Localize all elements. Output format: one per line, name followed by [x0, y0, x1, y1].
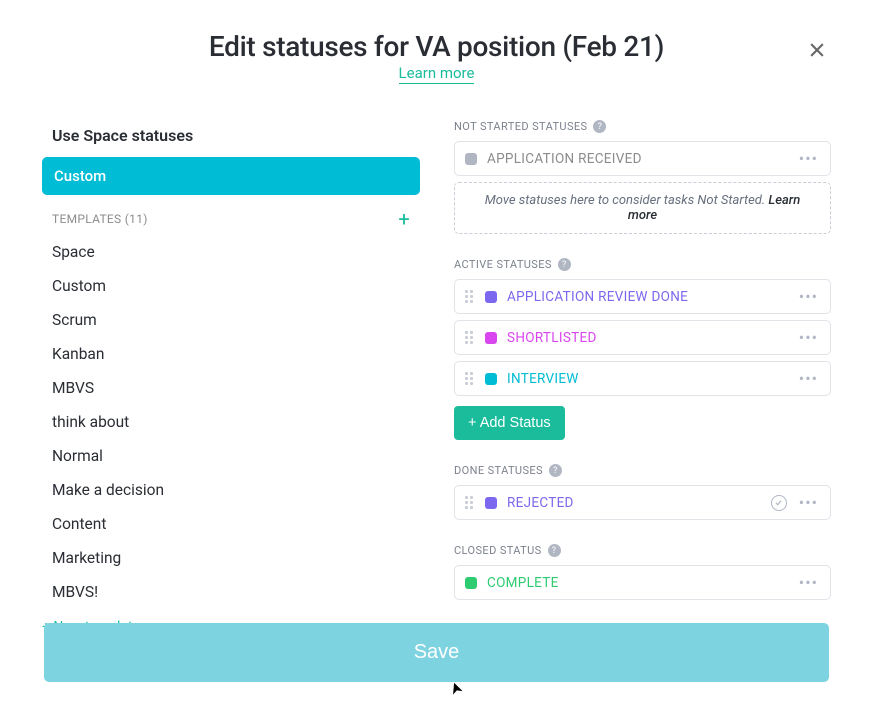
drag-handle-icon[interactable]	[465, 290, 477, 303]
status-name-label: REJECTED	[507, 495, 771, 511]
active-label: ACTIVE STATUSES	[454, 258, 552, 271]
template-item[interactable]: Space	[42, 235, 420, 269]
template-item[interactable]: Make a decision	[42, 473, 420, 507]
status-name-label: COMPLETE	[487, 575, 797, 591]
template-item[interactable]: Content	[42, 507, 420, 541]
done-label: DONE STATUSES	[454, 464, 543, 477]
template-item[interactable]: Scrum	[42, 303, 420, 337]
template-item[interactable]: Normal	[42, 439, 420, 473]
status-row[interactable]: APPLICATION REVIEW DONE•••	[454, 279, 831, 314]
close-icon[interactable]	[803, 36, 831, 64]
drag-handle-icon[interactable]	[465, 496, 477, 509]
templates-sidebar: Use Space statuses Custom TEMPLATES (11)…	[42, 120, 420, 635]
status-row[interactable]: APPLICATION RECEIVED•••	[454, 141, 831, 176]
help-icon[interactable]: ?	[558, 258, 571, 271]
done-section: DONE STATUSES ? REJECTED •••	[454, 464, 831, 520]
status-row[interactable]: SHORTLISTED•••	[454, 320, 831, 355]
modal-header: Edit statuses for VA position (Feb 21) L…	[42, 30, 831, 82]
closed-section: CLOSED STATUS ? COMPLETE•••	[454, 544, 831, 600]
custom-option-selected[interactable]: Custom	[42, 157, 420, 195]
help-icon[interactable]: ?	[549, 464, 562, 477]
template-item[interactable]: Custom	[42, 269, 420, 303]
more-icon[interactable]: •••	[797, 493, 820, 512]
status-color-chip[interactable]	[485, 497, 497, 509]
more-icon[interactable]: •••	[797, 328, 820, 347]
more-icon[interactable]: •••	[797, 369, 820, 388]
learn-more-link[interactable]: Learn more	[399, 64, 475, 84]
check-circle-icon[interactable]	[771, 495, 787, 511]
template-item[interactable]: Kanban	[42, 337, 420, 371]
use-space-statuses-option[interactable]: Use Space statuses	[42, 120, 420, 151]
status-name-label: INTERVIEW	[507, 371, 797, 387]
status-name-label: SHORTLISTED	[507, 330, 797, 346]
template-item[interactable]: think about	[42, 405, 420, 439]
not-started-dropzone[interactable]: Move statuses here to consider tasks Not…	[454, 182, 831, 234]
not-started-label: NOT STARTED STATUSES	[454, 120, 587, 133]
template-item[interactable]: MBVS	[42, 371, 420, 405]
not-started-section: NOT STARTED STATUSES ? APPLICATION RECEI…	[454, 120, 831, 234]
status-name-label: APPLICATION RECEIVED	[487, 151, 797, 167]
template-item[interactable]: MBVS!	[42, 575, 420, 609]
modal-title: Edit statuses for VA position (Feb 21)	[42, 30, 831, 63]
status-color-chip[interactable]	[465, 577, 477, 589]
active-section: ACTIVE STATUSES ? APPLICATION REVIEW DON…	[454, 258, 831, 440]
add-status-button[interactable]: + Add Status	[454, 406, 565, 440]
status-color-chip[interactable]	[485, 291, 497, 303]
status-color-chip[interactable]	[485, 373, 497, 385]
help-icon[interactable]: ?	[593, 120, 606, 133]
status-color-chip[interactable]	[485, 332, 497, 344]
closed-label: CLOSED STATUS	[454, 544, 542, 557]
save-button[interactable]: Save	[44, 623, 829, 682]
more-icon[interactable]: •••	[797, 573, 820, 592]
template-item[interactable]: Marketing	[42, 541, 420, 575]
status-color-chip[interactable]	[465, 153, 477, 165]
help-icon[interactable]: ?	[548, 544, 561, 557]
edit-statuses-modal: Edit statuses for VA position (Feb 21) L…	[0, 0, 873, 726]
drag-handle-icon[interactable]	[465, 372, 477, 385]
more-icon[interactable]: •••	[797, 287, 820, 306]
add-template-icon[interactable]: +	[398, 209, 410, 229]
status-row[interactable]: COMPLETE•••	[454, 565, 831, 600]
status-row[interactable]: REJECTED •••	[454, 485, 831, 520]
drag-handle-icon[interactable]	[465, 331, 477, 344]
templates-label: TEMPLATES (11)	[52, 212, 148, 226]
status-row[interactable]: INTERVIEW•••	[454, 361, 831, 396]
more-icon[interactable]: •••	[797, 149, 820, 168]
status-name-label: APPLICATION REVIEW DONE	[507, 289, 797, 305]
